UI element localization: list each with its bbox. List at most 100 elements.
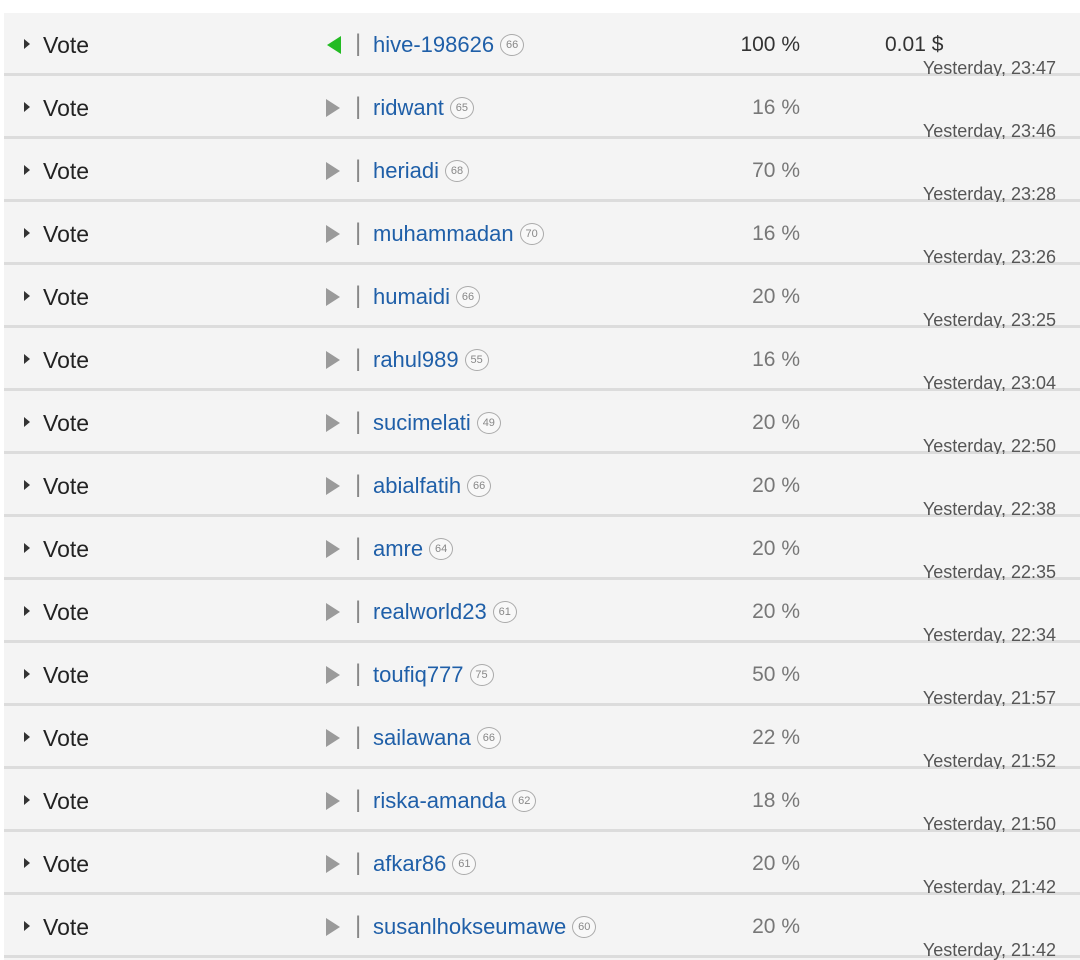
voter: toufiq777 75	[373, 661, 494, 689]
vote-row[interactable]: Vote | riska-amanda 62 18 % Yesterday, 21:50	[4, 769, 1080, 834]
voter: abialfatih 66	[373, 472, 492, 500]
vote-row[interactable]: Vote | realworld23 61 20 % Yesterday, 22:34	[4, 580, 1080, 645]
vote-row[interactable]: Vote | ridwant 65 16 % Yesterday, 23:46	[4, 76, 1080, 141]
voter: amre 64	[373, 535, 454, 563]
caret-right-icon[interactable]	[24, 921, 30, 931]
vote-label[interactable]: Vote	[43, 787, 89, 815]
vote-row[interactable]: Vote | muhammadan 70 16 % Yesterday, 23:26	[4, 202, 1080, 267]
vote-label[interactable]: Vote	[43, 598, 89, 626]
vote-label[interactable]: Vote	[43, 913, 89, 941]
vote-label[interactable]: Vote	[43, 283, 89, 311]
voter: ridwant 65	[373, 94, 474, 122]
voter-link[interactable]: realworld23	[373, 598, 487, 626]
vote-row[interactable]: Vote | afkar86 61 20 % Yesterday, 21:42	[4, 832, 1080, 897]
separator: |	[355, 912, 362, 939]
separator: |	[355, 849, 362, 876]
vote-label[interactable]: Vote	[43, 409, 89, 437]
voter-link[interactable]: muhammadan	[373, 220, 514, 248]
caret-right-icon[interactable]	[24, 39, 30, 49]
voter-link[interactable]: toufiq777	[373, 661, 464, 689]
caret-right-icon[interactable]	[24, 102, 30, 112]
vote-row[interactable]: Vote | rahul989 55 16 % Yesterday, 23:04	[4, 328, 1080, 393]
vote-label[interactable]: Vote	[43, 472, 89, 500]
voter: realworld23 61	[373, 598, 517, 626]
reputation-badge: 49	[476, 412, 501, 434]
reputation-badge: 62	[512, 790, 537, 812]
reputation-badge: 64	[429, 538, 454, 560]
separator: |	[355, 93, 362, 120]
reputation-badge: 70	[519, 223, 544, 245]
voter-link[interactable]: humaidi	[373, 283, 450, 311]
reputation-badge: 66	[467, 475, 492, 497]
reputation-badge: 66	[500, 34, 525, 56]
voter-link[interactable]: rahul989	[373, 346, 459, 374]
vote-percent: 20 %	[752, 600, 800, 623]
voter-link[interactable]: susanlhokseumawe	[373, 913, 566, 941]
caret-right-icon[interactable]	[24, 795, 30, 805]
caret-right-icon[interactable]	[24, 543, 30, 553]
caret-right-icon[interactable]	[24, 228, 30, 238]
vote-percent: 20 %	[752, 474, 800, 497]
voter-link[interactable]: heriadi	[373, 157, 439, 185]
separator: |	[355, 786, 362, 813]
vote-arrow-right-icon	[326, 729, 340, 747]
caret-right-icon[interactable]	[24, 858, 30, 868]
voter-link[interactable]: abialfatih	[373, 472, 461, 500]
voter: heriadi 68	[373, 157, 470, 185]
vote-label[interactable]: Vote	[43, 220, 89, 248]
vote-row[interactable]: Vote | susanlhokseumawe 60 20 % Yesterday, 21…	[4, 895, 1080, 960]
reputation-badge: 66	[456, 286, 481, 308]
voter-link[interactable]: amre	[373, 535, 423, 563]
caret-right-icon[interactable]	[24, 669, 30, 679]
top-strip	[0, 0, 1080, 13]
vote-arrow-right-icon	[326, 288, 340, 306]
vote-label[interactable]: Vote	[43, 535, 89, 563]
voter: sailawana 66	[373, 724, 501, 752]
voter: riska-amanda 62	[373, 787, 537, 815]
vote-label[interactable]: Vote	[43, 94, 89, 122]
vote-row[interactable]: Vote | sailawana 66 22 % Yesterday, 21:52	[4, 706, 1080, 771]
voter-link[interactable]: sailawana	[373, 724, 471, 752]
vote-label[interactable]: Vote	[43, 157, 89, 185]
vote-percent: 22 %	[752, 726, 800, 749]
vote-label[interactable]: Vote	[43, 661, 89, 689]
separator: |	[355, 660, 362, 687]
vote-label[interactable]: Vote	[43, 31, 89, 59]
caret-right-icon[interactable]	[24, 606, 30, 616]
reputation-badge: 68	[445, 160, 470, 182]
vote-row[interactable]: Vote | sucimelati 49 20 % Yesterday, 22:50	[4, 391, 1080, 456]
vote-arrow-right-icon	[326, 414, 340, 432]
voter-link[interactable]: sucimelati	[373, 409, 471, 437]
vote-percent: 20 %	[752, 915, 800, 938]
vote-label[interactable]: Vote	[43, 346, 89, 374]
vote-row[interactable]: Vote | amre 64 20 % Yesterday, 22:35	[4, 517, 1080, 582]
vote-percent: 100 %	[740, 33, 800, 56]
vote-row[interactable]: Vote | abialfatih 66 20 % Yesterday, 22:38	[4, 454, 1080, 519]
separator: |	[355, 156, 362, 183]
vote-row[interactable]: Vote | heriadi 68 70 % Yesterday, 23:28	[4, 139, 1080, 204]
vote-row[interactable]: Vote | hive-198626 66 100 % 0.01 $ Yesterday, …	[4, 13, 1080, 78]
voter-link[interactable]: ridwant	[373, 94, 444, 122]
vote-label[interactable]: Vote	[43, 850, 89, 878]
vote-percent: 70 %	[752, 159, 800, 182]
vote-arrow-right-icon	[326, 540, 340, 558]
separator: |	[355, 30, 362, 57]
vote-row[interactable]: Vote | toufiq777 75 50 % Yesterday, 21:57	[4, 643, 1080, 708]
caret-right-icon[interactable]	[24, 480, 30, 490]
vote-time: Yesterday, 21:42	[922, 940, 1056, 960]
voter-link[interactable]: hive-198626	[373, 31, 494, 59]
vote-list: Vote | hive-198626 66 100 % 0.01 $ Yesterday, …	[4, 13, 1080, 960]
caret-right-icon[interactable]	[24, 417, 30, 427]
vote-row[interactable]: Vote | humaidi 66 20 % Yesterday, 23:25	[4, 265, 1080, 330]
voter-link[interactable]: afkar86	[373, 850, 446, 878]
caret-right-icon[interactable]	[24, 165, 30, 175]
vote-arrow-right-icon	[326, 666, 340, 684]
separator: |	[355, 534, 362, 561]
caret-right-icon[interactable]	[24, 354, 30, 364]
caret-right-icon[interactable]	[24, 732, 30, 742]
reputation-badge: 61	[492, 601, 517, 623]
voter-link[interactable]: riska-amanda	[373, 787, 506, 815]
vote-label[interactable]: Vote	[43, 724, 89, 752]
vote-arrow-right-icon	[326, 855, 340, 873]
caret-right-icon[interactable]	[24, 291, 30, 301]
